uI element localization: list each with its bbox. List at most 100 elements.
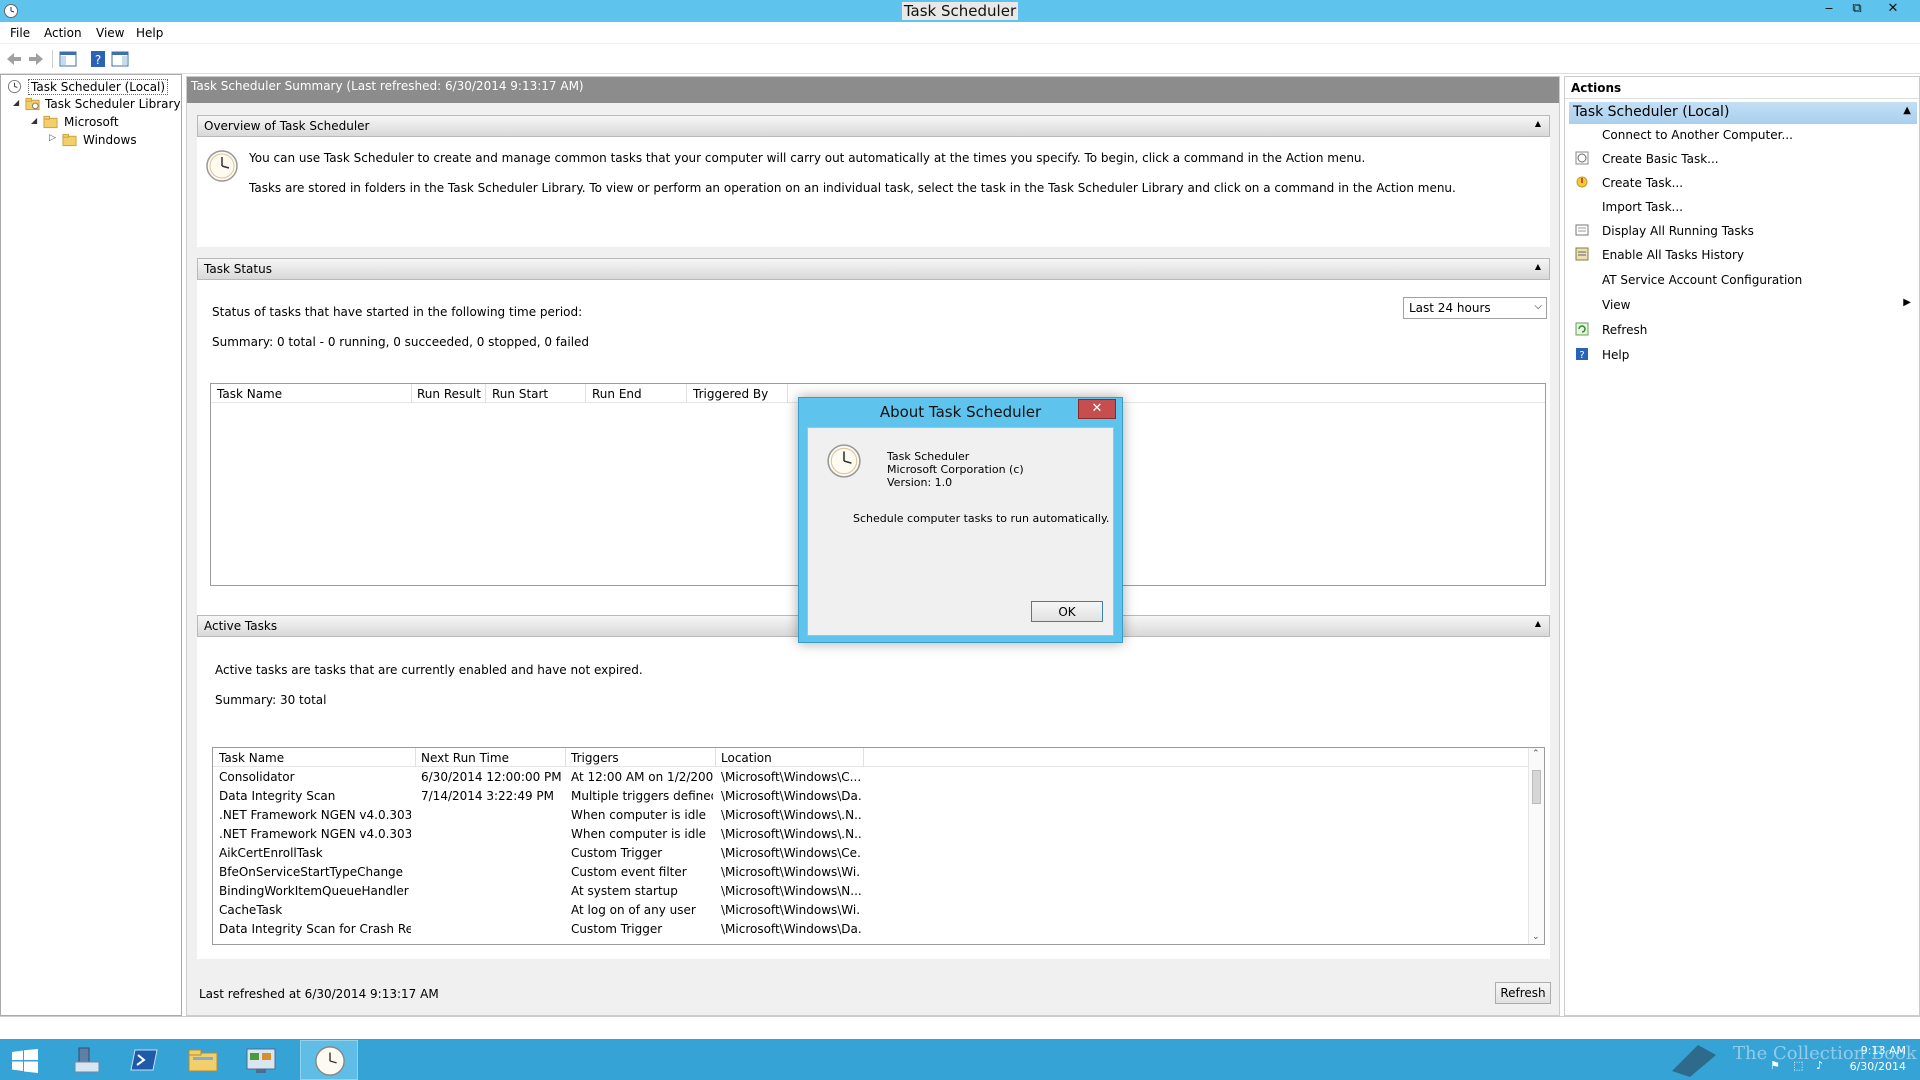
forward-arrow-icon[interactable] <box>26 49 46 69</box>
table-row[interactable]: BindingWorkItemQueueHandler At system sta… <box>213 883 1529 902</box>
table-cell: 6/30/2014 12:00:00 PM <box>421 770 562 784</box>
table-row[interactable]: .NET Framework NGEN v4.0.30319 ... When c… <box>213 807 1529 826</box>
refresh-button[interactable]: Refresh <box>1495 982 1551 1004</box>
back-arrow-icon[interactable] <box>4 49 24 69</box>
overview-title: Overview of Task Scheduler <box>204 119 370 133</box>
action-enable-tasks-history[interactable]: Enable All Tasks History <box>1569 244 1917 266</box>
table-row[interactable]: Consolidator 6/30/2014 12:00:00 PM At 12:0… <box>213 769 1529 788</box>
task-status-section-header[interactable]: Task Status ▲ <box>197 258 1550 280</box>
action-help[interactable]: ? Help <box>1569 344 1917 366</box>
overview-section-header[interactable]: Overview of Task Scheduler ▲ <box>197 115 1550 137</box>
overview-line-1: You can use Task Scheduler to create and… <box>249 151 1366 165</box>
scroll-up-icon[interactable]: ⌃ <box>1532 749 1540 759</box>
table-cell: \Microsoft\Windows\C... <box>721 770 861 784</box>
tree-item-task-scheduler-local[interactable]: Task Scheduler (Local) <box>5 78 175 95</box>
speaker-icon[interactable]: ♪ <box>1816 1059 1823 1072</box>
collapse-icon[interactable]: ▲ <box>1535 619 1541 628</box>
action-create-basic-task[interactable]: Create Basic Task... <box>1569 148 1917 170</box>
table-cell: \Microsoft\Windows\Ce... <box>721 846 861 860</box>
create-task-icon <box>1576 176 1588 188</box>
table-cell: When computer is idle <box>571 808 707 822</box>
action-view[interactable]: View ▶ <box>1569 294 1917 316</box>
show-hide-console-tree-icon[interactable] <box>58 49 78 69</box>
table-row[interactable]: Data Integrity Scan 7/14/2014 3:22:49 PM M… <box>213 788 1529 807</box>
collapse-icon[interactable]: ▲ <box>1535 119 1541 128</box>
taskbar-file-explorer[interactable] <box>174 1040 232 1080</box>
help-icon[interactable]: ? <box>88 49 108 69</box>
collapse-icon[interactable]: ▲ <box>1535 262 1541 271</box>
tree-item-microsoft[interactable]: ◢ Microsoft <box>5 114 175 131</box>
tree-item-windows[interactable]: ▷ Windows <box>5 132 175 149</box>
scroll-down-icon[interactable]: ⌄ <box>1532 932 1540 942</box>
tree-item-label: Task Scheduler Library <box>45 97 181 111</box>
collapsed-arrow-icon[interactable]: ▷ <box>49 133 56 143</box>
table-row[interactable]: Data Integrity Scan for Crash Reco... Cus… <box>213 921 1529 940</box>
column-header[interactable]: Triggered By <box>693 387 768 401</box>
action-label: Help <box>1602 348 1630 362</box>
clock-icon <box>315 1046 345 1076</box>
minimize-button[interactable]: ‒ <box>1816 0 1842 20</box>
running-tasks-icon <box>1575 224 1589 236</box>
vertical-scrollbar[interactable]: ⌃ ⌄ <box>1528 748 1544 944</box>
table-cell: Consolidator <box>219 770 295 784</box>
taskbar-control-panel[interactable] <box>232 1040 290 1080</box>
table-row[interactable]: AikCertEnrollTask Custom Trigger \Microsof… <box>213 845 1529 864</box>
action-display-running-tasks[interactable]: Display All Running Tasks <box>1569 220 1917 242</box>
column-header[interactable]: Run Start <box>492 387 548 401</box>
column-header[interactable]: Run End <box>592 387 642 401</box>
show-hide-action-pane-icon[interactable] <box>110 49 130 69</box>
action-create-task[interactable]: Create Task... <box>1569 172 1917 194</box>
system-clock[interactable]: 9:13 AM 6/30/2014 <box>1850 1043 1906 1075</box>
grid-header: Task Name Next Run Time Triggers Locatio… <box>213 748 1544 767</box>
expanded-arrow-icon[interactable]: ◢ <box>13 98 19 107</box>
menu-help[interactable]: Help <box>136 26 163 40</box>
taskbar-powershell[interactable] <box>116 1040 174 1080</box>
tree-item-task-scheduler-library[interactable]: ◢ Task Scheduler Library <box>5 96 181 113</box>
dialog-close-button[interactable]: ✕ <box>1078 399 1116 419</box>
table-row[interactable]: CacheTask At log on of any user \Microsoft… <box>213 902 1529 921</box>
menu-view[interactable]: View <box>96 26 124 40</box>
taskbar-task-scheduler[interactable] <box>300 1040 358 1080</box>
expanded-arrow-icon[interactable]: ◢ <box>31 116 37 125</box>
action-label: Display All Running Tasks <box>1602 224 1754 238</box>
column-header[interactable]: Task Name <box>219 751 284 765</box>
restore-button[interactable]: ⧉ <box>1844 0 1870 20</box>
table-row[interactable]: BfeOnServiceStartTypeChange Custom event … <box>213 864 1529 883</box>
table-cell: .NET Framework NGEN v4.0.30319 ... <box>219 827 411 841</box>
menu-file[interactable]: File <box>10 26 30 40</box>
active-tasks-title: Active Tasks <box>204 619 278 633</box>
action-refresh[interactable]: Refresh <box>1569 319 1917 341</box>
table-cell: \Microsoft\Windows\.N... <box>721 827 861 841</box>
action-label: Import Task... <box>1602 200 1683 214</box>
taskbar-server-manager[interactable] <box>58 1040 116 1080</box>
dialog-company: Microsoft Corporation (c) <box>887 463 1024 476</box>
menu-action[interactable]: Action <box>44 26 82 40</box>
actions-section-header[interactable]: Task Scheduler (Local) ▲ <box>1569 102 1917 124</box>
collapse-icon[interactable]: ▲ <box>1903 105 1911 116</box>
clock-icon <box>7 79 22 94</box>
column-header[interactable]: Location <box>721 751 772 765</box>
ok-button[interactable]: OK <box>1031 601 1103 622</box>
refresh-icon <box>1575 322 1589 336</box>
table-row[interactable]: .NET Framework NGEN v4.0.30319 ... When c… <box>213 826 1529 845</box>
clock-date: 6/30/2014 <box>1849 1060 1906 1073</box>
action-at-service-account[interactable]: AT Service Account Configuration <box>1569 269 1917 291</box>
column-header[interactable]: Run Result <box>417 387 481 401</box>
flag-icon[interactable]: ⚑ <box>1770 1059 1780 1072</box>
scroll-thumb[interactable] <box>1532 770 1541 804</box>
column-header[interactable]: Triggers <box>571 751 619 765</box>
start-button[interactable] <box>0 1040 58 1080</box>
column-header[interactable]: Task Name <box>217 387 282 401</box>
create-basic-task-icon <box>1575 151 1589 165</box>
status-bar <box>0 1016 1920 1039</box>
action-import-task[interactable]: Import Task... <box>1569 196 1917 218</box>
overview-line-2: Tasks are stored in folders in the Task … <box>249 181 1456 195</box>
table-cell: At 12:00 AM on 1/2/200... <box>571 770 713 784</box>
column-header[interactable]: Next Run Time <box>421 751 509 765</box>
time-period-dropdown[interactable]: Last 24 hours ⌵ <box>1403 297 1547 319</box>
table-cell: Custom event filter <box>571 865 687 879</box>
task-status-title: Task Status <box>204 262 272 276</box>
action-connect[interactable]: Connect to Another Computer... <box>1569 124 1917 146</box>
close-window-button[interactable]: ✕ <box>1880 0 1906 20</box>
network-icon[interactable]: ⬚ <box>1793 1059 1803 1072</box>
